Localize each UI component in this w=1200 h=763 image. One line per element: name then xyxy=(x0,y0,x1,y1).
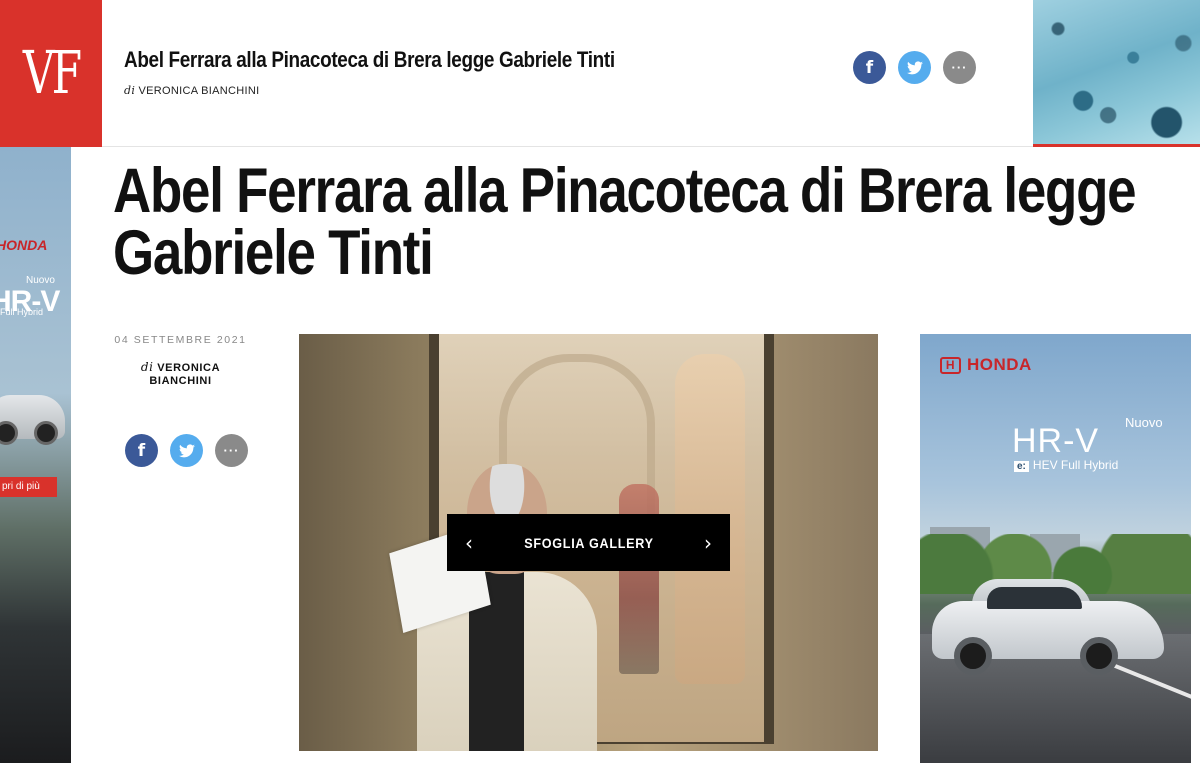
twitter-icon xyxy=(906,60,923,74)
facebook-share-button[interactable]: f xyxy=(125,434,158,467)
more-share-button[interactable]: ··· xyxy=(943,51,976,84)
ehev-badge: e: xyxy=(1014,461,1029,472)
left-ad-cta-button[interactable]: pri di più xyxy=(0,477,57,497)
chevron-right-icon[interactable]: › xyxy=(704,531,712,555)
wheel xyxy=(1080,637,1118,675)
vf-logo[interactable]: VF xyxy=(0,0,102,147)
header-article-title: Abel Ferrara alla Pinacoteca di Brera le… xyxy=(124,47,615,72)
gallery-nav[interactable]: ‹ SFOGLIA GALLERY › xyxy=(447,514,730,571)
gallery-label[interactable]: SFOGLIA GALLERY xyxy=(524,535,654,551)
header-ad-image[interactable] xyxy=(1033,0,1200,147)
twitter-icon xyxy=(178,443,195,457)
ad-model: HR-V xyxy=(1012,422,1100,460)
wheel xyxy=(954,637,992,675)
logo-text: VF xyxy=(22,39,82,108)
article-author-last[interactable]: BIANCHINI xyxy=(149,375,211,387)
facebook-icon: f xyxy=(865,57,874,78)
left-skin-ad[interactable]: HONDA Nuovo HR-V Full Hybrid pri di più xyxy=(0,147,71,763)
more-share-button[interactable]: ··· xyxy=(215,434,248,467)
left-ad-brand: HONDA xyxy=(0,237,48,253)
twitter-share-button[interactable] xyxy=(170,434,203,467)
facebook-icon: f xyxy=(137,440,146,461)
honda-h-icon: H xyxy=(940,356,961,374)
header-byline: di VERONICA BIANCHINI xyxy=(124,84,260,97)
ellipsis-icon: ··· xyxy=(951,60,968,75)
right-ad-banner[interactable]: H HONDA Nuovo HR-V e: HEV Full Hybrid xyxy=(920,334,1191,763)
facebook-share-button[interactable]: f xyxy=(853,51,886,84)
article-byline: di VERONICA BIANCHINI xyxy=(140,360,221,388)
fresco-figure xyxy=(619,484,659,674)
article-share-bar: f ··· xyxy=(125,434,248,467)
sticky-header: VF Abel Ferrara alla Pinacoteca di Brera… xyxy=(0,0,1200,147)
header-share-bar: f ··· xyxy=(853,51,976,84)
ellipsis-icon: ··· xyxy=(223,443,240,458)
left-ad-sub: Full Hybrid xyxy=(0,307,44,317)
article-title: Abel Ferrara alla Pinacoteca di Brera le… xyxy=(113,156,1137,288)
ad-nuovo: Nuovo xyxy=(1125,415,1163,430)
publish-date: 04 SETTEMBRE 2021 xyxy=(114,334,247,346)
hero-image[interactable]: ‹ SFOGLIA GALLERY › xyxy=(299,334,878,751)
left-ad-car-image xyxy=(0,395,65,445)
chevron-left-icon[interactable]: ‹ xyxy=(465,531,473,555)
article-meta: 04 SETTEMBRE 2021 di VERONICA BIANCHINI xyxy=(113,334,248,388)
header-author[interactable]: VERONICA BIANCHINI xyxy=(139,85,260,97)
twitter-share-button[interactable] xyxy=(898,51,931,84)
ad-brand: HONDA xyxy=(967,355,1032,374)
ad-car-image xyxy=(932,579,1164,675)
article-author-first[interactable]: VERONICA xyxy=(157,362,220,374)
ad-subtitle: e: HEV Full Hybrid xyxy=(1014,458,1118,472)
honda-logo: H HONDA xyxy=(940,355,1032,375)
